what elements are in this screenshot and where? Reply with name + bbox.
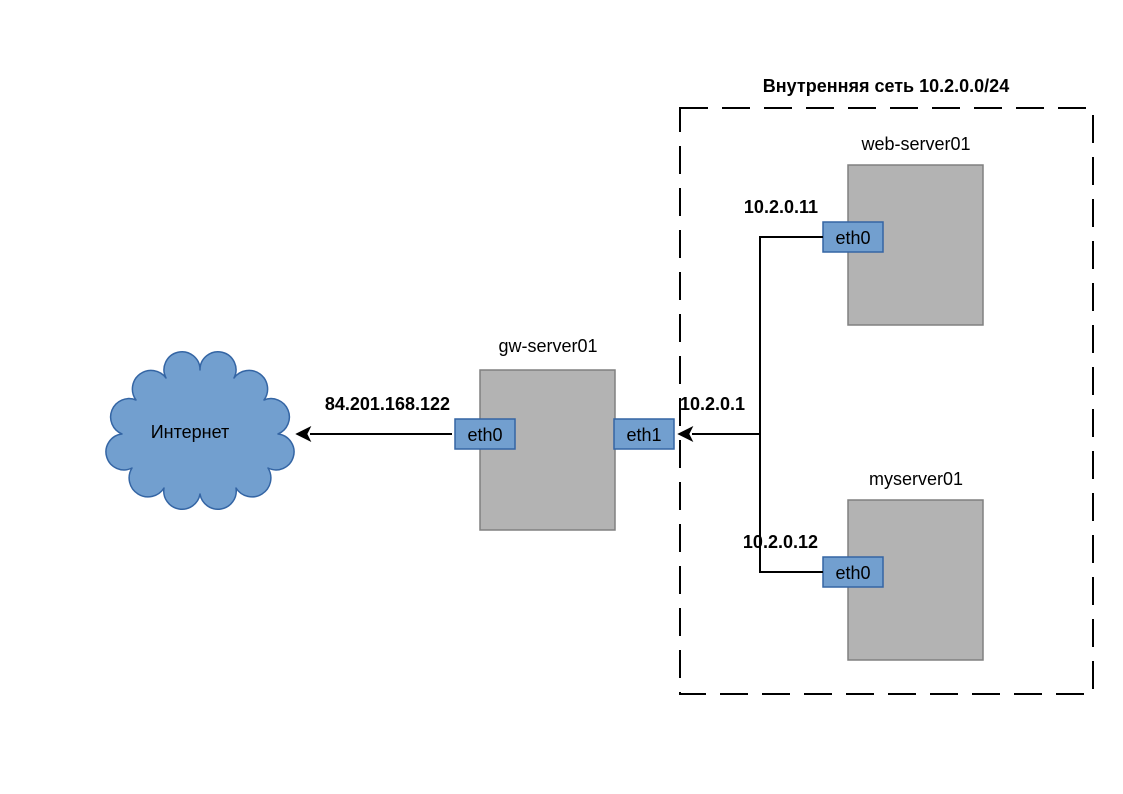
internal-network-label: Внутренняя сеть 10.2.0.0/24 <box>763 76 1009 96</box>
edge-web-to-junction <box>760 237 823 434</box>
my-eth0-ip: 10.2.0.12 <box>743 532 818 552</box>
gw-eth1-ip: 10.2.0.1 <box>680 394 745 414</box>
my-server-node: myserver01 eth0 10.2.0.12 <box>743 469 983 660</box>
web-server-node: web-server01 eth0 10.2.0.11 <box>744 134 983 325</box>
internet-cloud-label: Интернет <box>151 422 230 442</box>
gw-server-name: gw-server01 <box>498 336 597 356</box>
web-eth0-label: eth0 <box>835 228 870 248</box>
my-eth0-label: eth0 <box>835 563 870 583</box>
gw-eth1-label: eth1 <box>626 425 661 445</box>
internet-cloud: Интернет <box>106 352 294 509</box>
my-server-name: myserver01 <box>869 469 963 489</box>
gw-eth0-label: eth0 <box>467 425 502 445</box>
web-server-name: web-server01 <box>860 134 970 154</box>
web-eth0-ip: 10.2.0.11 <box>744 197 818 217</box>
gw-eth0-ip: 84.201.168.122 <box>325 394 450 414</box>
